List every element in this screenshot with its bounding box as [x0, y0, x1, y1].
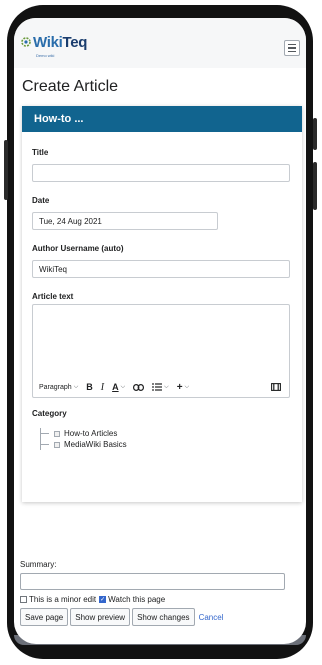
- hamburger-menu-button[interactable]: [284, 40, 300, 56]
- tree-connector: [40, 433, 49, 434]
- watch-page-label: Watch this page: [108, 595, 166, 604]
- special-char-button[interactable]: [271, 383, 281, 391]
- phone-screen: WikiTeq Demo wiki Create Article How-to …: [14, 18, 306, 644]
- date-label: Date: [32, 196, 50, 205]
- title-label: Title: [32, 148, 49, 157]
- phone-side-button: [313, 162, 317, 210]
- author-label: Author Username (auto): [32, 244, 124, 253]
- logo-tagline: Demo wiki: [36, 53, 55, 58]
- special-char-icon: [271, 383, 281, 391]
- insert-dropdown[interactable]: + ⌵: [177, 382, 189, 393]
- category-checkbox[interactable]: [54, 430, 60, 437]
- category-item[interactable]: How-to Articles: [40, 428, 127, 439]
- category-label: Category: [32, 409, 67, 418]
- edit-actions: Save page Show preview Show changes Canc…: [20, 608, 223, 626]
- hamburger-icon-line: [288, 47, 296, 49]
- category-item[interactable]: MediaWiki Basics: [40, 439, 127, 450]
- summary-label: Summary:: [20, 560, 57, 569]
- date-input[interactable]: [32, 212, 218, 230]
- category-tree: How-to Articles MediaWiki Basics: [40, 428, 127, 450]
- article-text-label: Article text: [32, 292, 74, 301]
- text-style-dropdown[interactable]: A ⌵: [112, 382, 125, 392]
- title-input[interactable]: [32, 164, 290, 182]
- editor-toolbar: Paragraph ⌵ B I A ⌵ ⌵ + ⌵: [33, 377, 289, 397]
- chevron-down-icon: ⌵: [73, 383, 79, 390]
- minor-edit-checkbox[interactable]: [20, 596, 27, 603]
- show-changes-button[interactable]: Show changes: [132, 608, 195, 626]
- page-title: Create Article: [22, 78, 119, 95]
- summary-input[interactable]: [20, 573, 285, 590]
- logo-wordmark: WikiTeq: [33, 34, 87, 51]
- paragraph-format-dropdown[interactable]: Paragraph ⌵: [39, 384, 78, 391]
- logo-gear-icon: [21, 37, 31, 47]
- minor-edit-label: This is a minor edit: [29, 595, 97, 604]
- article-text-editor[interactable]: Paragraph ⌵ B I A ⌵ ⌵ + ⌵: [32, 304, 290, 398]
- phone-side-button: [4, 140, 8, 200]
- bullet-list-icon: [152, 383, 163, 391]
- category-checkbox[interactable]: [54, 441, 60, 448]
- form-header: How-to ...: [22, 106, 302, 132]
- cancel-link[interactable]: Cancel: [199, 613, 224, 622]
- category-label-text: MediaWiki Basics: [64, 440, 127, 449]
- insert-icon: +: [176, 381, 183, 393]
- author-input[interactable]: [32, 260, 290, 278]
- bold-button[interactable]: B: [86, 382, 93, 392]
- hamburger-icon-line: [288, 44, 296, 46]
- phone-frame: WikiTeq Demo wiki Create Article How-to …: [0, 0, 322, 665]
- paragraph-format-label: Paragraph: [39, 383, 72, 391]
- edit-options: This is a minor edit ✓ Watch this page: [20, 595, 165, 604]
- logo-accent: Teq: [62, 34, 88, 51]
- category-label-text: How-to Articles: [64, 429, 118, 438]
- text-style-icon: A: [112, 382, 119, 392]
- site-logo[interactable]: WikiTeq Demo wiki: [21, 34, 87, 58]
- article-form: How-to ... Title Date Author Username (a…: [22, 106, 302, 502]
- show-preview-button[interactable]: Show preview: [70, 608, 131, 626]
- phone-side-button: [313, 118, 317, 150]
- save-page-button[interactable]: Save page: [20, 608, 69, 626]
- italic-button[interactable]: I: [101, 382, 104, 393]
- chevron-down-icon: ⌵: [164, 383, 169, 390]
- link-icon: [133, 383, 145, 391]
- chevron-down-icon: ⌵: [184, 383, 190, 390]
- bullet-list-dropdown[interactable]: ⌵: [152, 383, 169, 391]
- logo-main: Wiki: [33, 34, 63, 51]
- link-button[interactable]: [133, 383, 145, 391]
- hamburger-icon-line: [288, 50, 296, 52]
- site-header: WikiTeq Demo wiki: [14, 18, 306, 68]
- tree-connector: [40, 444, 49, 445]
- watch-page-checkbox[interactable]: ✓: [99, 596, 107, 603]
- chevron-down-icon: ⌵: [120, 383, 126, 390]
